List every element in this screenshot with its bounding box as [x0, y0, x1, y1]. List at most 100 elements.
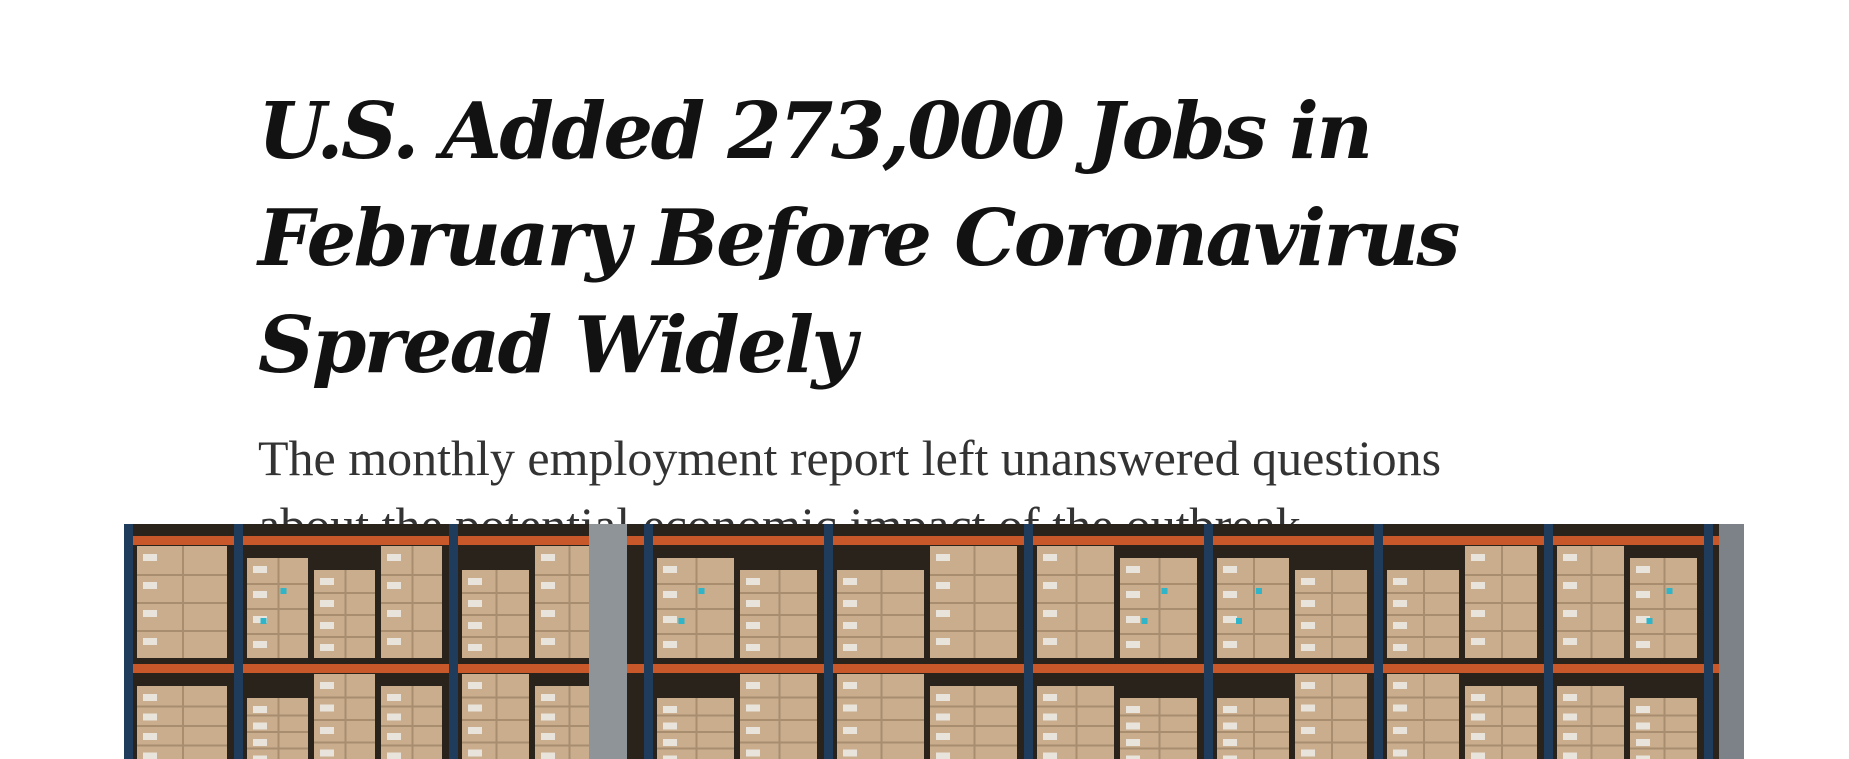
box-label — [663, 566, 677, 573]
box-label — [1393, 682, 1407, 689]
box-label — [143, 752, 157, 759]
box-label — [541, 733, 555, 740]
box-seam — [695, 698, 698, 759]
box-label — [843, 682, 857, 689]
box-label — [1301, 749, 1315, 757]
box-label — [1636, 722, 1650, 730]
box-label — [1126, 616, 1140, 623]
box-seam — [495, 674, 498, 759]
headline: U.S. Added 273,000 Jobs in February Befo… — [258, 86, 1460, 391]
box-label — [663, 616, 677, 623]
box-label — [468, 600, 482, 607]
box-label — [1393, 600, 1407, 607]
box-label — [1301, 704, 1315, 712]
box-label — [1393, 727, 1407, 734]
box-label — [1393, 622, 1407, 629]
box-label — [746, 578, 760, 585]
box-label — [387, 694, 401, 701]
box-label — [468, 644, 482, 651]
box-label — [387, 610, 401, 617]
box-label — [468, 622, 482, 629]
box-label — [1636, 739, 1650, 746]
box-label — [1563, 610, 1577, 617]
box-label — [253, 591, 267, 598]
concrete-column — [589, 524, 627, 759]
box-label — [746, 644, 760, 651]
shelf-upright — [1374, 524, 1383, 759]
box-label — [1223, 755, 1237, 759]
box-label — [143, 610, 157, 617]
box-label — [1301, 682, 1315, 689]
shelf-beam — [124, 536, 1724, 545]
box-label — [253, 566, 267, 573]
box-seam — [1253, 558, 1255, 658]
warehouse-photo — [124, 524, 1744, 759]
box-label — [1126, 641, 1140, 648]
box-label — [1393, 644, 1407, 651]
box-label — [1223, 706, 1237, 713]
box-label — [1301, 622, 1315, 629]
box-label — [320, 704, 334, 712]
box-seam — [1331, 674, 1333, 759]
box-label — [936, 752, 950, 759]
box-label — [1043, 713, 1057, 721]
box-label — [1223, 616, 1237, 623]
box-label — [1223, 591, 1237, 598]
box-seam — [973, 686, 976, 759]
shelf-upright — [1544, 524, 1553, 759]
box-label — [1393, 749, 1407, 757]
box-seam — [880, 674, 883, 759]
box-label — [936, 610, 950, 617]
box-seam — [411, 546, 414, 658]
box-seam — [277, 698, 280, 759]
box-tag — [280, 588, 287, 594]
box-label — [387, 554, 401, 561]
box-label — [663, 641, 677, 648]
box-label — [843, 644, 857, 651]
box-seam — [344, 674, 347, 759]
concrete-column — [1719, 524, 1744, 759]
box-seam — [778, 674, 781, 759]
box-label — [1043, 582, 1057, 589]
box-label — [746, 622, 760, 629]
box-label — [387, 733, 401, 740]
box-label — [387, 752, 401, 759]
box-label — [746, 600, 760, 607]
box-label — [387, 713, 401, 721]
box-label — [541, 554, 555, 561]
box-label — [663, 755, 677, 759]
box-label — [253, 722, 267, 730]
box-label — [1563, 554, 1577, 561]
box-tag — [1141, 618, 1148, 624]
box-label — [468, 682, 482, 689]
box-seam — [411, 686, 414, 759]
box-label — [936, 694, 950, 701]
shelf-upright — [824, 524, 833, 759]
box-label — [143, 694, 157, 701]
box-label — [143, 554, 157, 561]
box-label — [143, 638, 157, 645]
box-label — [1636, 566, 1650, 573]
box-label — [1301, 600, 1315, 607]
box-seam — [973, 546, 976, 658]
box-label — [1636, 591, 1650, 598]
box-label — [843, 600, 857, 607]
box-label — [1126, 706, 1140, 713]
box-label — [1043, 554, 1057, 561]
box-tag — [678, 618, 685, 624]
box-label — [541, 610, 555, 617]
box-label — [1563, 582, 1577, 589]
shelf-upright — [124, 524, 133, 759]
box-label — [1563, 733, 1577, 740]
box-seam — [1663, 698, 1666, 759]
shelf-upright — [449, 524, 458, 759]
box-seam — [1075, 686, 1078, 759]
box-label — [1471, 694, 1485, 701]
box-label — [1223, 739, 1237, 746]
box-label — [320, 600, 334, 607]
shelf-upright — [1024, 524, 1033, 759]
box-label — [936, 733, 950, 740]
box-label — [1563, 638, 1577, 645]
shelf-upright — [1204, 524, 1213, 759]
box-label — [320, 682, 334, 689]
